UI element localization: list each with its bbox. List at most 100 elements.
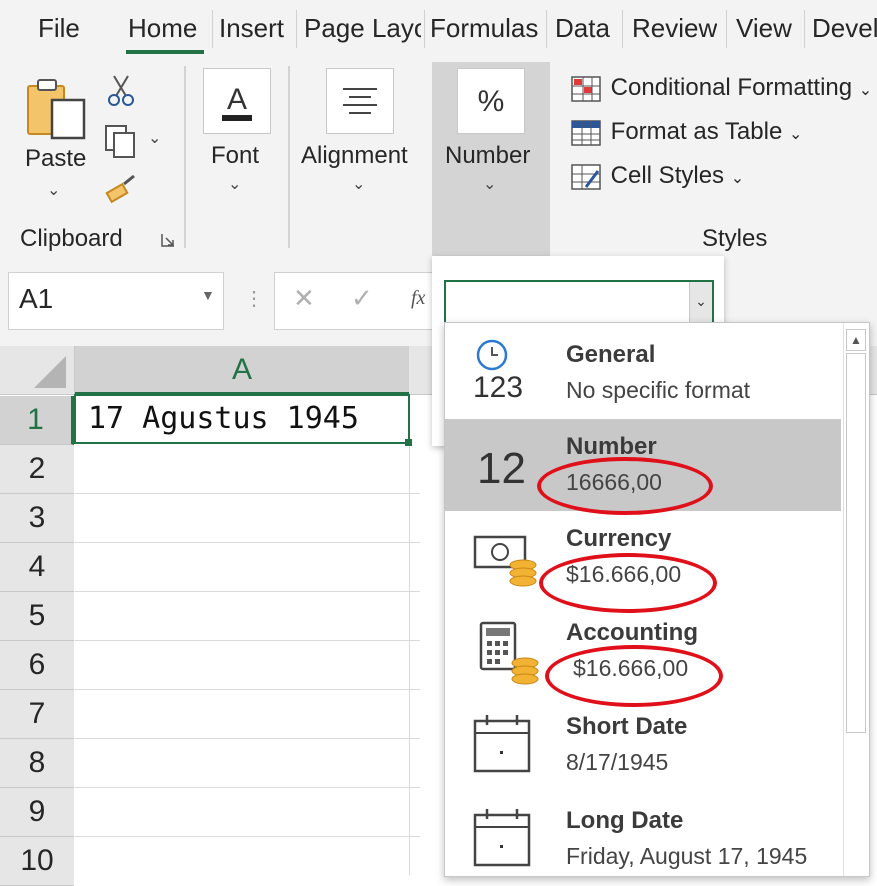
number-format-list: 123 General No specific format 12 Number…	[444, 322, 870, 877]
row-header-1[interactable]: 1	[0, 396, 74, 445]
gridline	[75, 640, 420, 641]
annotation-circle	[539, 553, 717, 613]
fill-handle[interactable]	[405, 439, 412, 446]
number-12-icon: 12	[477, 444, 526, 493]
format-option-name: Currency	[566, 525, 672, 552]
accounting-icon	[479, 621, 539, 685]
row-header-6[interactable]: 6	[0, 641, 74, 690]
tab-page-layout[interactable]: Page Layout	[304, 8, 421, 50]
enter-icon[interactable]: ✓	[351, 283, 373, 314]
chevron-down-icon[interactable]: ⌄	[352, 174, 365, 194]
calendar-icon	[473, 809, 531, 867]
format-option-long-date[interactable]: Long Date Friday, August 17, 1945	[445, 793, 841, 876]
row-header-8[interactable]: 8	[0, 739, 74, 788]
svg-text:12: 12	[477, 444, 526, 493]
svg-text:%: %	[478, 85, 505, 118]
percent-icon: %	[478, 85, 505, 118]
formula-controls: ✕ ✓ fx	[274, 272, 436, 330]
annotation-circle	[545, 645, 723, 707]
chevron-down-icon: ⌄	[788, 126, 803, 143]
format-option-name: General	[566, 341, 656, 368]
copy-icon	[105, 125, 135, 158]
tab-developer[interactable]: Developer	[812, 8, 877, 50]
tab-review[interactable]: Review	[632, 8, 717, 50]
font-button[interactable]: A	[203, 68, 271, 134]
font-color-icon: A	[222, 83, 252, 121]
chevron-down-icon[interactable]: ⌄	[47, 180, 60, 200]
cell-styles-icon	[571, 163, 601, 190]
row-header-4[interactable]: 4	[0, 543, 74, 592]
tab-divider	[804, 10, 805, 48]
row-header-5[interactable]: 5	[0, 592, 74, 641]
row-header-9[interactable]: 9	[0, 788, 74, 837]
ribbon-tabs: File Home Insert Page Layout Formulas Da…	[0, 0, 877, 58]
tab-divider	[212, 10, 213, 48]
chevron-down-icon[interactable]: ⌄	[483, 174, 496, 194]
number-button[interactable]: %	[457, 68, 525, 134]
tab-divider	[622, 10, 623, 48]
grip-icon: ⋮	[244, 288, 264, 310]
tab-view[interactable]: View	[736, 8, 792, 50]
gridline	[75, 591, 420, 592]
gridline	[409, 444, 410, 875]
chevron-down-icon[interactable]: ⌄	[689, 282, 712, 322]
active-tab-indicator	[126, 50, 204, 54]
select-all-button[interactable]	[0, 346, 75, 395]
conditional-formatting-label: Conditional Formatting	[610, 74, 853, 101]
chevron-down-icon[interactable]: ⌄	[148, 128, 161, 148]
format-option-name: Accounting	[566, 619, 698, 646]
paste-button[interactable]	[22, 72, 94, 156]
chevron-down-icon: ⌄	[730, 170, 745, 187]
format-option-name: Long Date	[566, 807, 684, 834]
row-header-10[interactable]: 10	[0, 837, 74, 886]
tab-file[interactable]: File	[38, 8, 80, 50]
format-option-general[interactable]: 123 General No specific format	[445, 323, 841, 415]
gridline	[75, 542, 420, 543]
number-format-combobox[interactable]: ⌄	[444, 280, 714, 324]
tab-data[interactable]: Data	[555, 8, 610, 50]
alignment-label: Alignment	[301, 142, 408, 169]
name-box[interactable]: A1 ▼	[8, 272, 224, 330]
gridline	[75, 689, 420, 690]
row-header-2[interactable]: 2	[0, 445, 74, 494]
align-center-icon	[343, 88, 377, 114]
cancel-icon[interactable]: ✕	[293, 283, 315, 314]
clock-123-icon: 123	[473, 339, 523, 403]
cell-styles-button[interactable]: Cell Styles ⌄	[570, 158, 744, 194]
gridline	[75, 738, 420, 739]
gridline	[75, 787, 420, 788]
paste-icon	[27, 79, 86, 140]
tab-divider	[546, 10, 547, 48]
format-as-table-button[interactable]: Format as Table ⌄	[570, 114, 802, 150]
row-header-7[interactable]: 7	[0, 690, 74, 739]
insert-function-icon[interactable]: fx	[411, 287, 425, 310]
row-header-3[interactable]: 3	[0, 494, 74, 543]
tab-insert[interactable]: Insert	[219, 8, 284, 50]
ribbon: Paste ⌄ ⌄ Clipboard A Font ⌄ Alignment ⌄…	[0, 58, 877, 259]
scrollbar-thumb[interactable]	[846, 353, 866, 733]
tab-formulas[interactable]: Formulas	[430, 8, 538, 50]
svg-text:123: 123	[473, 371, 523, 403]
cut-button[interactable]	[106, 74, 136, 108]
chevron-down-icon[interactable]: ▼	[201, 287, 215, 303]
tab-home[interactable]: Home	[128, 8, 197, 50]
alignment-button[interactable]	[326, 68, 394, 134]
conditional-formatting-button[interactable]: Conditional Formatting ⌄	[570, 70, 872, 106]
group-divider	[288, 66, 290, 248]
format-painter-icon	[105, 174, 135, 204]
scroll-up-icon[interactable]: ▲	[846, 329, 866, 351]
currency-icon	[473, 535, 537, 587]
scrollbar[interactable]: ▲	[843, 323, 868, 876]
column-header-a[interactable]: A	[75, 346, 409, 395]
dialog-launcher-icon[interactable]	[160, 232, 176, 248]
format-option-short-date[interactable]: Short Date 8/17/1945	[445, 699, 841, 791]
annotation-circle	[537, 457, 713, 515]
copy-button[interactable]	[104, 124, 140, 160]
name-box-value: A1	[19, 283, 54, 314]
format-option-example: No specific format	[566, 377, 751, 403]
cell-a1[interactable]: 17 Agustus 1945	[74, 394, 410, 444]
gridline	[75, 836, 420, 837]
format-painter-button[interactable]	[104, 174, 138, 204]
format-option-example: 8/17/1945	[566, 749, 669, 775]
chevron-down-icon[interactable]: ⌄	[228, 174, 241, 194]
